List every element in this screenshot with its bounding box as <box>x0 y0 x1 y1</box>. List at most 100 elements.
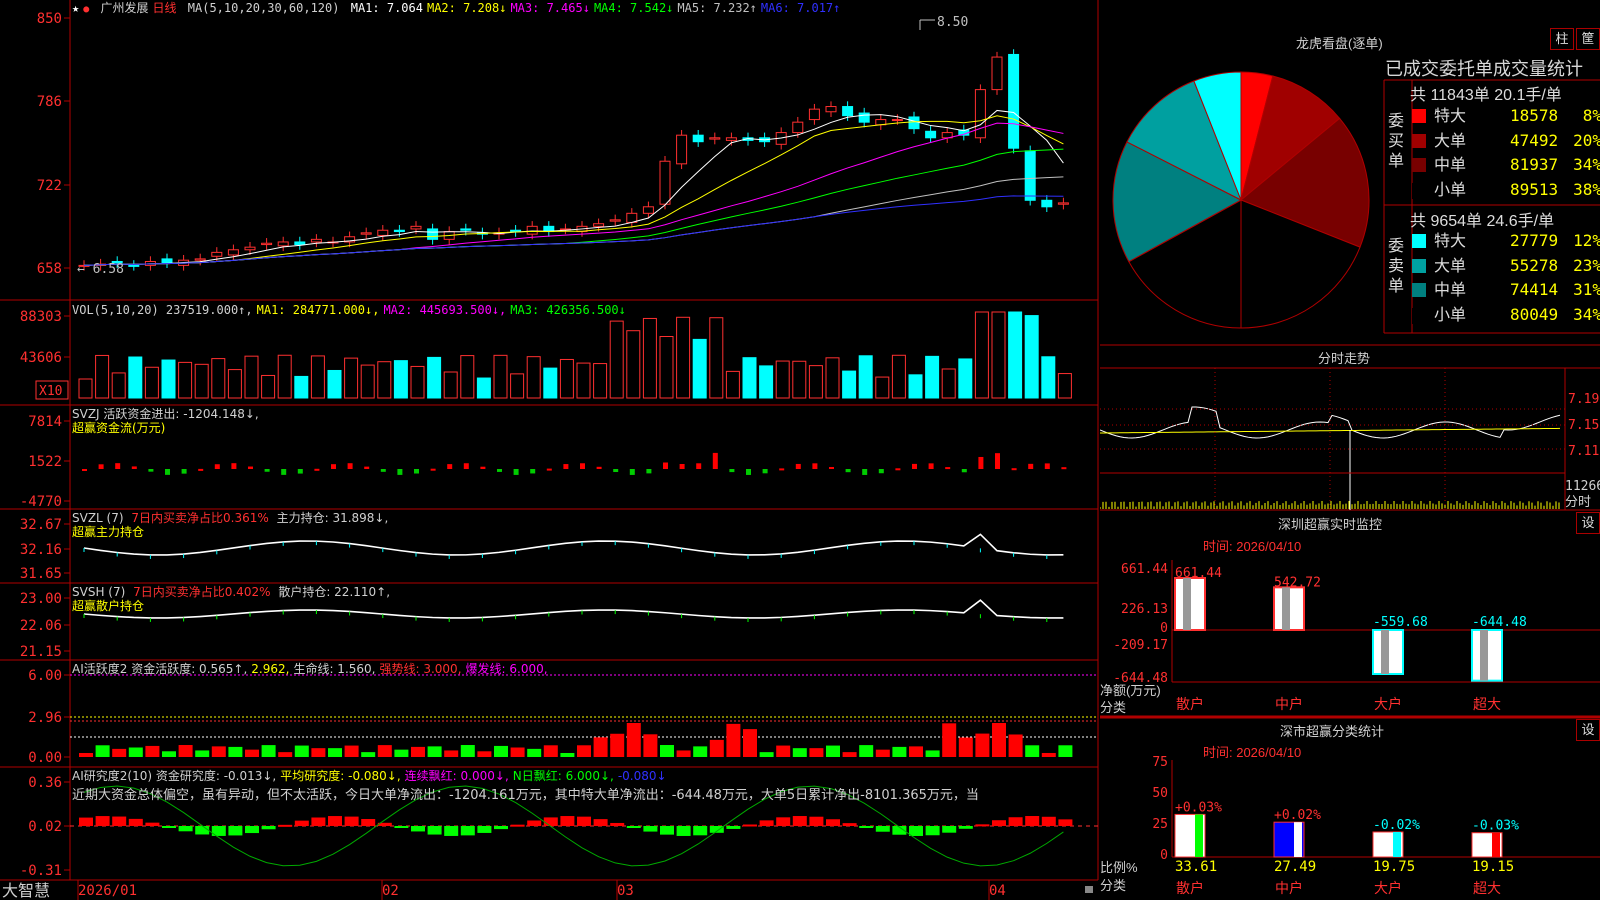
candle-body <box>709 137 721 140</box>
candle-body <box>427 228 439 240</box>
svzj-bar <box>580 463 585 469</box>
svzj-bar <box>181 469 187 474</box>
svsh-subtitle: 超赢散户持仓 <box>72 599 145 613</box>
svzj-bar <box>779 468 785 471</box>
svzj-bar <box>1011 468 1017 471</box>
ai-research-bar <box>394 826 409 828</box>
ma-line <box>83 148 1064 266</box>
price-axis-label: 722 <box>37 178 62 194</box>
ai-active-bar <box>411 746 425 757</box>
classify-axis-label: 0 <box>1160 848 1168 863</box>
color-swatch <box>1412 182 1428 199</box>
candle-body <box>410 225 422 230</box>
ai-active-bar <box>958 737 973 757</box>
ai-active-bar <box>377 745 392 757</box>
candle-body <box>642 206 654 214</box>
svzj-bar <box>978 456 984 469</box>
volume-bar <box>277 354 292 399</box>
svsh-axis-label: 21.15 <box>20 644 62 660</box>
order-pie-chart <box>1112 71 1370 329</box>
classify-settings-button[interactable]: 设 <box>1576 719 1600 741</box>
ai-active-bar <box>128 747 143 757</box>
order-value: 80049 <box>1510 304 1559 324</box>
header-value: 2.962, <box>251 662 290 676</box>
volume-bar <box>576 362 591 399</box>
monitor-settings-button[interactable]: 设 <box>1576 512 1600 534</box>
ai-active-bar <box>776 745 791 757</box>
ai-active-bar <box>1058 745 1073 757</box>
monitor-bar-label: 661.44 <box>1175 566 1222 581</box>
low-price-label: ← 6.58 <box>77 262 124 277</box>
svzj-bar <box>995 453 1000 469</box>
volume-bar <box>227 369 242 399</box>
header-value: 生命线: 1.560, <box>293 662 376 676</box>
ai-research-bar <box>278 824 293 827</box>
ai-active-bar <box>178 745 193 757</box>
ai-active-bar <box>543 745 558 757</box>
buy-side-label: 委买单 <box>1388 113 1405 170</box>
lock-icon[interactable] <box>1085 886 1093 893</box>
kline-chart-area[interactable]: 850 786 722 658 88303 43606 7814 1522 -4… <box>0 0 1100 900</box>
volume-bar <box>891 354 906 399</box>
svzj-bar <box>82 469 87 471</box>
volume-bar <box>725 370 740 399</box>
monitor-bar-label: 542.72 <box>1274 575 1321 590</box>
volume-bar <box>759 365 774 399</box>
svsh-line <box>83 599 1064 622</box>
star-icon[interactable]: ★ <box>72 1 79 15</box>
ai-research-bar <box>743 824 757 827</box>
candle-body <box>908 116 920 130</box>
classify-category: 超大 <box>1473 881 1501 897</box>
order-value: 74414 <box>1510 280 1559 299</box>
volume-bar <box>642 317 657 399</box>
svzj-bar <box>712 452 718 469</box>
candle-body <box>1041 199 1053 208</box>
monitor-category: 超大 <box>1473 697 1501 713</box>
ma-params: MA(5,10,20,30,60,120) <box>187 1 340 15</box>
ai-active-bar <box>278 752 293 757</box>
ai-active-bar <box>626 723 641 757</box>
order-value: 55278 <box>1510 255 1559 275</box>
svzj-bar <box>1028 463 1034 469</box>
svzj-bar <box>248 466 253 469</box>
order-pct: 23% <box>1573 255 1600 275</box>
volume-bar <box>427 356 442 399</box>
candle-body <box>1057 202 1069 205</box>
candle-body <box>974 89 986 139</box>
svzj-bar <box>231 463 237 469</box>
candle-body <box>277 241 289 247</box>
list-mode-button[interactable]: 筐 <box>1576 28 1600 50</box>
candle-body <box>294 241 306 246</box>
ai-active-bars <box>79 723 1073 757</box>
vol-header: VOL(5,10,20) 237519.000↑, MA1: 284771.000… <box>72 303 630 317</box>
header-value: 爆发线: 6.000, <box>465 662 548 676</box>
ai-research-bar <box>693 826 708 836</box>
svzl-axis-label: 32.67 <box>20 517 62 533</box>
candle-body <box>244 246 256 251</box>
ai-research-bar <box>1058 819 1073 826</box>
svzj-bar <box>563 464 569 469</box>
candle-body <box>593 223 605 227</box>
ai-active-bar <box>892 746 907 757</box>
candle-body <box>377 229 389 236</box>
svzj-bar <box>148 469 154 472</box>
intraday-price-line <box>1100 406 1561 439</box>
volume-bar <box>543 367 558 399</box>
classify-xlabel: 分类 <box>1100 878 1127 893</box>
svzj-axis-label: 7814 <box>28 414 62 430</box>
candle-body <box>460 228 472 231</box>
ai-active-bar <box>1041 752 1056 757</box>
ai-research-bar <box>560 816 575 826</box>
ai-research-bar <box>610 822 625 826</box>
volume-bar <box>460 355 475 399</box>
ai-active-bar <box>211 746 226 757</box>
svzj-bar <box>430 468 436 471</box>
candle-body <box>1008 53 1020 149</box>
header-value: MA3: 426356.500↓ <box>510 303 626 317</box>
classify-delta: -0.02% <box>1373 818 1420 833</box>
ai-research-bar <box>510 824 525 827</box>
classify-bar <box>1471 832 1503 858</box>
bar-mode-button[interactable]: 柱 <box>1550 28 1574 50</box>
ai-active-bar <box>909 746 923 757</box>
ai-active-bar <box>228 746 243 757</box>
